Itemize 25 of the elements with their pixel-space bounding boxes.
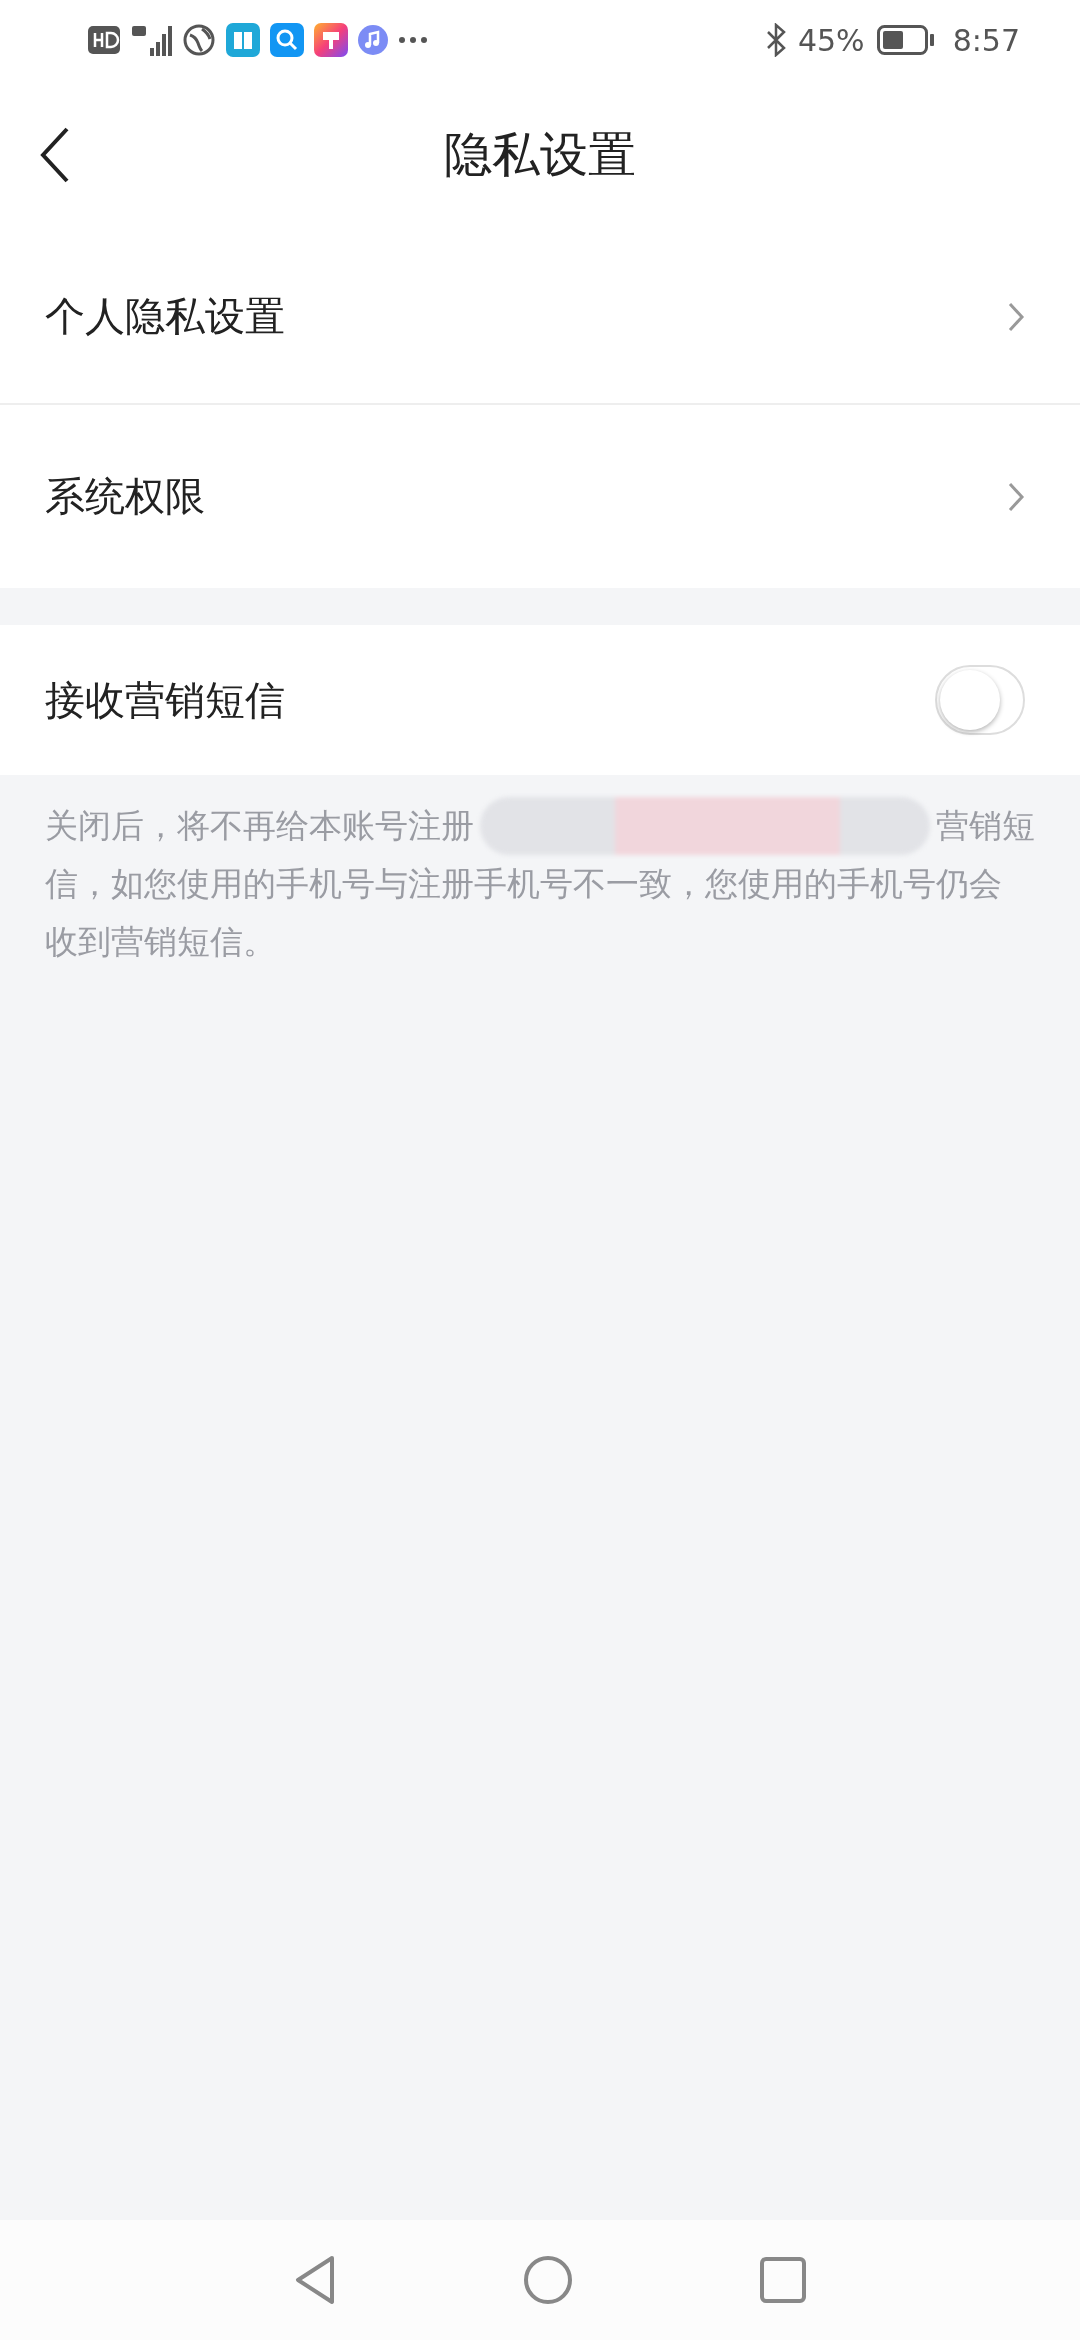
battery-icon xyxy=(876,25,935,55)
notice-text: 营销短 xyxy=(936,805,1035,847)
brush-app-icon xyxy=(314,23,348,57)
book-app-icon xyxy=(226,23,260,57)
settings-row[interactable]: 个人隐私设置 xyxy=(0,230,1080,405)
more-icon xyxy=(398,36,428,44)
notice-text: 信，如您使用的手机号与注册手机号不一致，您使用的手机号仍会收到营销短信。 xyxy=(45,863,1003,963)
clock-time: 8:57 xyxy=(952,22,1020,58)
chevron-icon xyxy=(1007,300,1025,333)
back-nav-button[interactable] xyxy=(293,2255,336,2305)
page-title: 隐私设置 xyxy=(444,125,636,184)
setting-label: 系统权限 xyxy=(45,472,206,521)
signal-icon xyxy=(130,24,172,56)
chevron-icon xyxy=(1007,480,1025,513)
music-app-icon xyxy=(358,25,388,55)
bluetooth-icon xyxy=(765,23,786,57)
setting-label: 个人隐私设置 xyxy=(45,292,286,341)
notice-text: 关闭后，将不再给本账号注册 xyxy=(45,805,474,847)
hd-icon xyxy=(88,26,120,54)
home-nav-button[interactable] xyxy=(523,2255,573,2305)
recents-nav-button[interactable] xyxy=(760,2257,807,2303)
settings-row[interactable]: 系统权限 xyxy=(0,405,1080,588)
setting-label: 接收营销短信 xyxy=(45,675,286,725)
battery-percent: 45% xyxy=(797,22,865,58)
search-app-icon xyxy=(270,23,304,57)
